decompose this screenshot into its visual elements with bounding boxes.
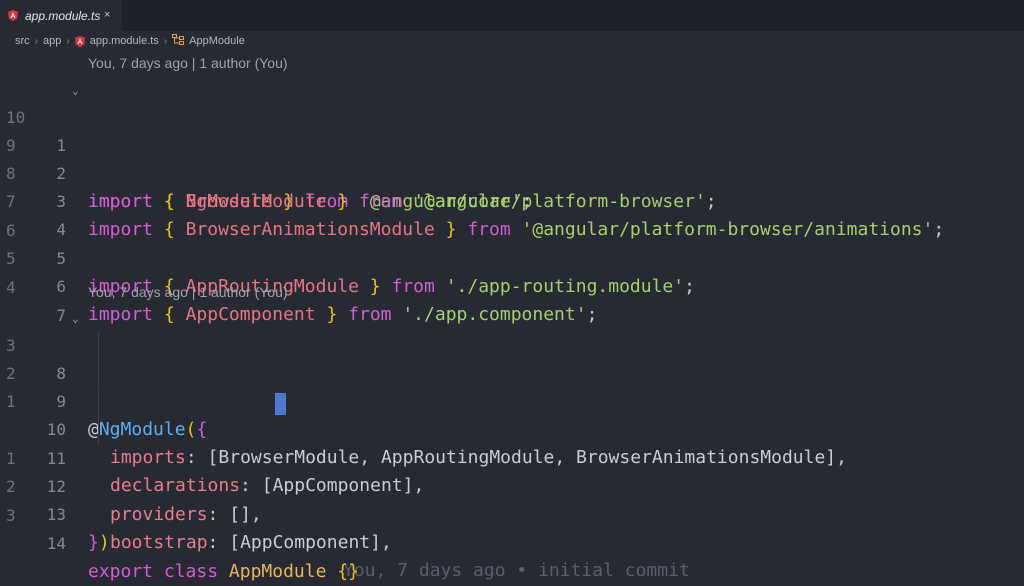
code-line[interactable]: 2 9 imports: [BrowserModule, AppRoutingM… — [0, 332, 1024, 468]
relative-line-number: 3 — [6, 506, 16, 525]
chevron-right-icon: › — [34, 35, 39, 47]
tab-app-module[interactable]: app.module.ts × — [0, 0, 122, 31]
code-line[interactable]: 1 10 declarations: [AppComponent], — [0, 360, 1024, 496]
tab-label: app.module.ts — [25, 8, 101, 23]
code-line[interactable]: 3 14 export class AppModule {} — [0, 474, 1024, 582]
code-text: }) — [88, 532, 110, 553]
code-line[interactable]: 9 2 import { BrowserModule } from '@angu… — [0, 104, 1024, 212]
indent-guide — [98, 332, 99, 360]
breadcrumb-item-symbol[interactable]: AppModule — [189, 35, 245, 47]
code-text: bootstrap: [AppComponent], — [110, 532, 392, 553]
breadcrumb: src › app › app.module.ts › AppModule — [0, 31, 1024, 51]
code-line[interactable]: 7 4 — [0, 160, 1024, 239]
code-line[interactable]: 3 8 ⌄ @NgModule({ — [0, 304, 1024, 440]
code-line[interactable]: 2 13 }) — [0, 445, 1024, 553]
relative-line-number: 4 — [6, 278, 16, 297]
code-lens-author[interactable]: You, 7 days ago | 1 author (You) — [88, 54, 288, 72]
code-text: export class AppModule {} — [88, 561, 359, 582]
angular-icon — [8, 10, 18, 21]
indent-guide — [98, 360, 99, 388]
text-cursor — [275, 393, 286, 415]
close-icon[interactable]: × — [104, 9, 110, 21]
line-number: 6 — [56, 277, 66, 296]
code-line[interactable]: 5 6 import { AppComponent } from './app.… — [0, 217, 1024, 325]
line-number: 13 — [46, 505, 66, 524]
code-lens-author[interactable]: You, 7 days ago | 1 author (You) — [88, 283, 288, 301]
breadcrumb-item-src[interactable]: src — [15, 35, 30, 47]
code-line[interactable]: 4 7 — [0, 246, 1024, 325]
inline-blame: You, 7 days ago • initial commit — [343, 560, 690, 581]
chevron-right-icon: › — [66, 35, 70, 47]
code-line[interactable]: 6 5 import { AppRoutingModule } from './… — [0, 189, 1024, 297]
chevron-right-icon: › — [163, 35, 168, 47]
tab-bar: app.module.ts × — [0, 0, 1024, 31]
breadcrumb-item-app[interactable]: app — [43, 35, 61, 47]
code-line[interactable]: 10 1 ⌄ import { NgModule } from '@angula… — [0, 76, 1024, 212]
code-line[interactable]: 1 12 bootstrap: [AppComponent], — [0, 417, 1024, 553]
line-number: 14 — [46, 534, 66, 553]
chevron-down-icon[interactable]: ⌄ — [72, 77, 79, 105]
chevron-down-icon[interactable]: ⌄ — [72, 305, 79, 333]
code-line[interactable]: 8 3 import { BrowserAnimationsModule } f… — [0, 132, 1024, 240]
class-symbol-icon — [172, 34, 185, 48]
code-line-current[interactable]: 11 providers: [], You, 7 days ago • init… — [0, 389, 1024, 581]
code-text: providers: [], — [110, 504, 262, 525]
angular-icon — [74, 35, 85, 47]
indent-guide — [98, 417, 99, 445]
breadcrumb-item-file[interactable]: app.module.ts — [90, 35, 159, 47]
indent-guide — [98, 389, 99, 417]
